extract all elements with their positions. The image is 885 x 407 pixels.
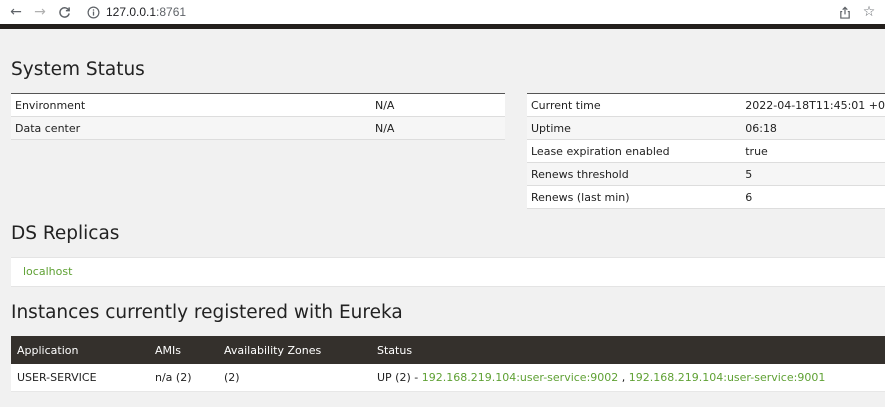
renews-threshold-value: 5: [741, 162, 885, 186]
bookmark-star-icon[interactable]: ☆: [860, 3, 878, 21]
browser-toolbar: ← → 127.0.0.1:8761 ☆: [0, 0, 885, 25]
renews-last-min-label: Renews (last min): [527, 185, 742, 209]
column-header-application: Application: [11, 336, 149, 364]
current-time-value: 2022-04-18T11:45:01 +0: [741, 93, 885, 117]
table-row: Lease expiration enabled true: [527, 139, 885, 163]
uptime-value: 06:18: [741, 116, 885, 140]
url-port: :8761: [156, 5, 187, 19]
renews-threshold-label: Renews threshold: [527, 162, 742, 186]
lease-expiration-value: true: [741, 139, 885, 163]
instance-link-9002[interactable]: 192.168.219.104:user-service:9002: [422, 371, 619, 384]
instance-link-9001[interactable]: 192.168.219.104:user-service:9001: [629, 371, 826, 384]
amis-cell: n/a (2): [149, 364, 218, 392]
table-row: USER-SERVICE n/a (2) (2) UP (2) - 192.16…: [11, 364, 885, 392]
current-time-label: Current time: [527, 93, 742, 117]
system-status-title: System Status: [11, 59, 145, 80]
instances-table: Application AMIs Availability Zones Stat…: [11, 336, 885, 392]
environment-value: N/A: [371, 93, 505, 117]
data-center-value: N/A: [371, 116, 505, 140]
column-header-amis: AMIs: [149, 336, 218, 364]
column-header-availability-zones: Availability Zones: [218, 336, 371, 364]
status-prefix: UP (2) -: [377, 371, 422, 384]
status-cell: UP (2) - 192.168.219.104:user-service:90…: [371, 364, 885, 392]
zones-cell: (2): [218, 364, 371, 392]
table-row: Current time 2022-04-18T11:45:01 +0: [527, 93, 885, 117]
table-row: Renews (last min) 6: [527, 185, 885, 209]
table-header-row: Application AMIs Availability Zones Stat…: [11, 336, 885, 364]
application-cell: USER-SERVICE: [11, 364, 149, 392]
renews-last-min-value: 6: [741, 185, 885, 209]
lease-expiration-label: Lease expiration enabled: [527, 139, 742, 163]
reload-icon[interactable]: [55, 3, 73, 21]
data-center-label: Data center: [11, 116, 371, 140]
info-icon[interactable]: [84, 3, 102, 21]
table-row: Data center N/A: [11, 116, 505, 140]
link-separator: ,: [618, 371, 629, 384]
uptime-label: Uptime: [527, 116, 742, 140]
url-host: 127.0.0.1: [106, 5, 157, 19]
back-arrow-icon[interactable]: ←: [7, 3, 25, 21]
table-row: Uptime 06:18: [527, 116, 885, 140]
navbar: [0, 24, 885, 29]
instances-title: Instances currently registered with Eure…: [11, 302, 403, 323]
share-icon[interactable]: [836, 3, 854, 21]
table-row: Environment N/A: [11, 93, 505, 117]
forward-arrow-icon[interactable]: →: [31, 3, 49, 21]
address-bar[interactable]: 127.0.0.1:8761: [106, 5, 186, 19]
server-info-table: Current time 2022-04-18T11:45:01 +0 Upti…: [527, 93, 885, 209]
column-header-status: Status: [371, 336, 885, 364]
table-row: Renews threshold 5: [527, 162, 885, 186]
ds-replicas-title: DS Replicas: [11, 223, 120, 244]
environment-label: Environment: [11, 93, 371, 117]
replica-link-localhost[interactable]: localhost: [23, 265, 72, 278]
environment-table: Environment N/A Data center N/A: [11, 93, 505, 140]
replicas-list: localhost: [11, 257, 885, 287]
